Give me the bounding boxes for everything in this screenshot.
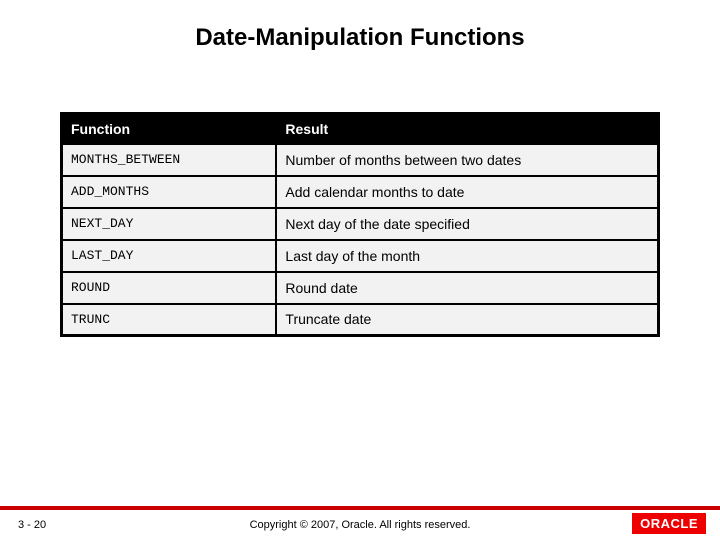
cell-result: Number of months between two dates [276,144,658,176]
table-header-row: Function Result [62,114,659,144]
page-title: Date-Manipulation Functions [0,0,720,52]
cell-function: TRUNC [62,304,277,336]
functions-table: Function Result MONTHS_BETWEEN Number of… [60,112,660,337]
table-row: ROUND Round date [62,272,659,304]
cell-result: Add calendar months to date [276,176,658,208]
cell-result: Last day of the month [276,240,658,272]
table-row: TRUNC Truncate date [62,304,659,336]
functions-table-container: Function Result MONTHS_BETWEEN Number of… [60,112,660,337]
cell-result: Round date [276,272,658,304]
cell-function: MONTHS_BETWEEN [62,144,277,176]
table-row: LAST_DAY Last day of the month [62,240,659,272]
page-number: 3 - 20 [18,519,46,531]
table-row: MONTHS_BETWEEN Number of months between … [62,144,659,176]
oracle-logo: ORACLE [632,513,706,534]
cell-result: Next day of the date specified [276,208,658,240]
cell-function: ADD_MONTHS [62,176,277,208]
cell-function: LAST_DAY [62,240,277,272]
header-result: Result [276,114,658,144]
cell-function: ROUND [62,272,277,304]
header-function: Function [62,114,277,144]
table-row: ADD_MONTHS Add calendar months to date [62,176,659,208]
footer: 3 - 20 Copyright © 2007, Oracle. All rig… [0,506,720,540]
cell-function: NEXT_DAY [62,208,277,240]
copyright-text: Copyright © 2007, Oracle. All rights res… [0,519,720,531]
table-row: NEXT_DAY Next day of the date specified [62,208,659,240]
cell-result: Truncate date [276,304,658,336]
